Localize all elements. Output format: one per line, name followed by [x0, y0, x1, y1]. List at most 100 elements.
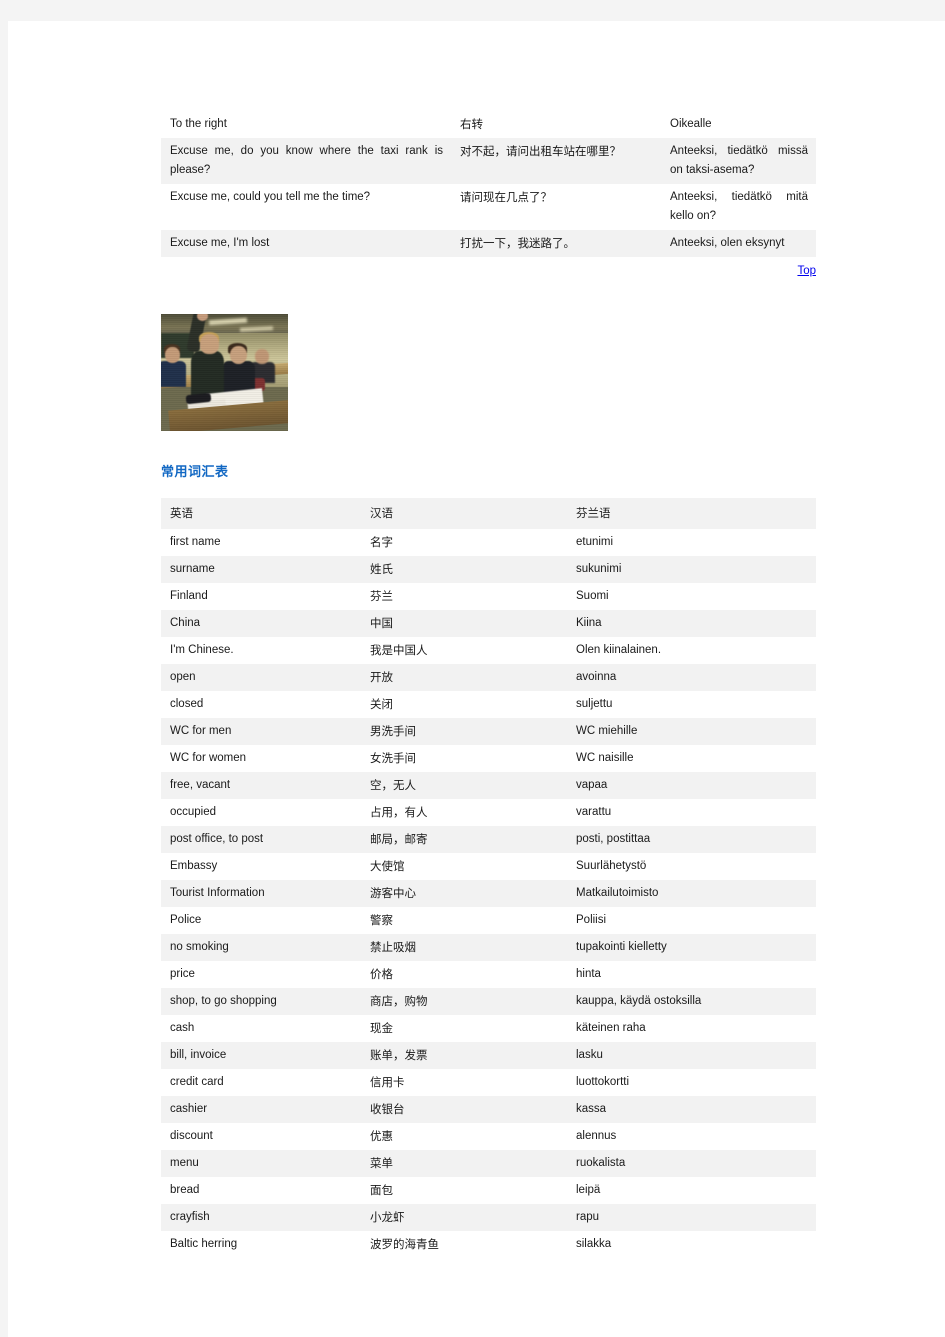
vocabulary-table-body: first name 名字 etunimi surname 姓氏 sukunimi Finl… — [161, 529, 816, 1258]
vocab-finnish: suljettu — [576, 698, 613, 710]
vocabulary-table-head: 英语 汉语 芬兰语 — [161, 498, 816, 529]
table-row: no smoking 禁止吸烟 tupakointi kielletty — [161, 934, 816, 961]
vocab-finnish: sukunimi — [567, 556, 816, 583]
vocab-chinese: 菜单 — [361, 1150, 567, 1177]
vocab-finnish: kassa — [567, 1096, 816, 1123]
table-row: post office, to post 邮局，邮寄 posti, postitta… — [161, 826, 816, 853]
vocab-chinese: 收银台 — [361, 1096, 567, 1123]
vocab-chinese: 警察 — [370, 913, 393, 927]
vocab-chinese: 邮局，邮寄 — [361, 826, 567, 853]
vocab-chinese: 面包 — [370, 1183, 393, 1197]
table-row: price 价格 hinta — [161, 961, 816, 988]
phrase-zh: 右转 — [460, 117, 483, 131]
vocab-english: WC for women — [170, 752, 247, 764]
phrase-fi: Anteeksi, tiedätkö missä on taksi-asema? — [661, 138, 816, 184]
vocab-finnish: Suomi — [576, 590, 609, 602]
table-row: To the right 右转 Oikealle — [161, 111, 816, 138]
vocab-finnish: lasku — [567, 1042, 816, 1069]
table-row: shop, to go shopping 商店，购物 kauppa, käydä o… — [161, 988, 816, 1015]
vocab-chinese: 男洗手间 — [361, 718, 567, 745]
vocab-english: Tourist Information — [161, 880, 361, 907]
vocab-chinese: 芬兰 — [370, 589, 393, 603]
vocab-english: price — [170, 968, 195, 980]
vocab-chinese: 现金 — [370, 1021, 393, 1035]
vocab-chinese: 游客中心 — [361, 880, 567, 907]
vocab-english: crayfish — [161, 1204, 361, 1231]
vocab-english: China — [161, 610, 361, 637]
phrase-zh: 对不起，请问出租车站在哪里？ — [451, 138, 661, 184]
classroom-photo-image — [161, 314, 288, 431]
vocab-finnish: vapaa — [567, 772, 816, 799]
table-row: menu 菜单 ruokalista — [161, 1150, 816, 1177]
vocab-chinese: 小龙虾 — [361, 1204, 567, 1231]
table-row: credit card 信用卡 luottokortti — [161, 1069, 816, 1096]
vocab-finnish: etunimi — [576, 536, 614, 548]
vocab-finnish: tupakointi kielletty — [567, 934, 816, 961]
vocab-english: bill, invoice — [161, 1042, 361, 1069]
table-row: WC for men 男洗手间 WC miehille — [161, 718, 816, 745]
column-header-finnish: 芬兰语 — [567, 498, 816, 529]
table-row: cashier 收银台 kassa — [161, 1096, 816, 1123]
vocab-finnish: käteinen raha — [576, 1022, 646, 1034]
phrase-en: To the right — [170, 118, 227, 130]
vocab-finnish: avoinna — [567, 664, 816, 691]
vocab-finnish: alennus — [576, 1130, 617, 1142]
table-row: cash 现金 käteinen raha — [161, 1015, 816, 1042]
classroom-photo — [161, 314, 288, 431]
vocab-english: post office, to post — [161, 826, 361, 853]
vocab-chinese: 我是中国人 — [370, 643, 428, 657]
table-row: closed 关闭 suljettu — [161, 691, 816, 718]
table-row: Baltic herring 波罗的海青鱼 silakka — [161, 1231, 816, 1258]
vocab-finnish: ruokalista — [567, 1150, 816, 1177]
vocab-chinese: 空，无人 — [361, 772, 567, 799]
table-row: bread 面包 leipä — [161, 1177, 816, 1204]
table-row: crayfish 小龙虾 rapu — [161, 1204, 816, 1231]
table-row: I'm Chinese. 我是中国人 Olen kiinalainen. — [161, 637, 816, 664]
phrase-fi: Anteeksi, tiedätkö mitä kello on? — [670, 191, 808, 222]
table-row: surname 姓氏 sukunimi — [161, 556, 816, 583]
vocab-finnish: Poliisi — [576, 914, 607, 926]
vocab-english: free, vacant — [161, 772, 361, 799]
table-row: first name 名字 etunimi — [161, 529, 816, 556]
table-row: China 中国 Kiina — [161, 610, 816, 637]
table-row: occupied 占用，有人 varattu — [161, 799, 816, 826]
vocab-finnish: hinta — [576, 968, 601, 980]
vocab-chinese: 中国 — [361, 610, 567, 637]
vocab-chinese: 价格 — [370, 967, 393, 981]
document-page: To the right 右转 Oikealle Excuse me, do y… — [8, 21, 945, 1337]
vocab-english: no smoking — [161, 934, 361, 961]
vocab-finnish: leipä — [576, 1184, 601, 1196]
vocab-finnish: varattu — [576, 806, 612, 818]
vocab-english: Embassy — [170, 860, 218, 872]
table-row: Embassy 大使馆 Suurlähetystö — [161, 853, 816, 880]
phrase-fi: Oikealle — [670, 118, 712, 130]
section-heading: 常用词汇表 — [161, 465, 229, 480]
table-row: Excuse me, could you tell me the time? 请… — [161, 184, 816, 230]
vocab-english: Baltic herring — [170, 1238, 238, 1250]
vocab-chinese: 关闭 — [370, 697, 393, 711]
table-row: Police 警察 Poliisi — [161, 907, 816, 934]
vocab-finnish: Suurlähetystö — [576, 860, 647, 872]
vocab-english: surname — [161, 556, 361, 583]
vocab-chinese: 优惠 — [370, 1129, 393, 1143]
vocab-english: cash — [170, 1022, 195, 1034]
vocab-chinese: 名字 — [370, 535, 393, 549]
vocab-chinese: 信用卡 — [370, 1075, 405, 1089]
vocab-chinese: 商店，购物 — [361, 988, 567, 1015]
vocab-chinese: 女洗手间 — [370, 751, 416, 765]
vocab-english: cashier — [161, 1096, 361, 1123]
vocab-chinese: 禁止吸烟 — [361, 934, 567, 961]
vocab-english: occupied — [170, 806, 217, 818]
phrase-en: Excuse me, do you know where the taxi ra… — [161, 138, 451, 184]
vocab-english: Finland — [170, 590, 208, 602]
table-row: Finland 芬兰 Suomi — [161, 583, 816, 610]
phrase-en: Excuse me, I'm lost — [161, 230, 451, 257]
phrase-zh: 打扰一下，我迷路了。 — [451, 230, 661, 257]
top-link[interactable]: Top — [797, 265, 816, 277]
vocab-chinese: 波罗的海青鱼 — [370, 1237, 439, 1251]
table-row: Excuse me, do you know where the taxi ra… — [161, 138, 816, 184]
vocab-english: bread — [170, 1184, 200, 1196]
table-row: open 开放 avoinna — [161, 664, 816, 691]
vocab-finnish: Olen kiinalainen. — [576, 644, 662, 656]
vocabulary-block: 英语 汉语 芬兰语 first name 名字 etunimi surname 姓氏 su… — [161, 498, 816, 1258]
